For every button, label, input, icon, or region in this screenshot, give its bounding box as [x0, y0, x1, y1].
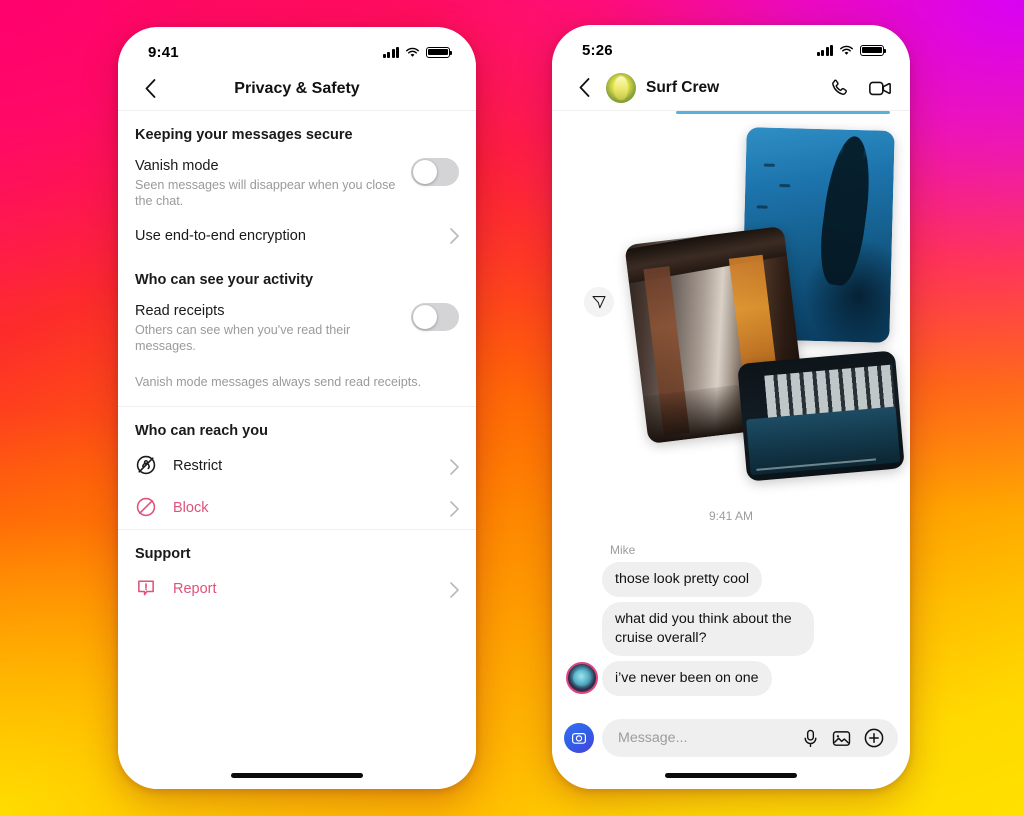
video-camera-icon[interactable]	[868, 77, 892, 99]
row-vanish-mode-text: Vanish mode Seen messages will disappear…	[135, 157, 411, 209]
chevron-right-icon	[450, 458, 459, 475]
row-e2ee-text: Use end-to-end encryption	[135, 227, 450, 246]
row-vanish-mode[interactable]: Vanish mode Seen messages will disappear…	[118, 149, 476, 219]
row-block[interactable]: Block	[118, 487, 476, 529]
message-input-bar: Message...	[552, 719, 910, 757]
read-receipts-toggle[interactable]	[411, 303, 459, 331]
sender-name: Mike	[610, 543, 636, 557]
row-read-receipts-text: Read receipts Others can see when you've…	[135, 302, 411, 354]
row-report[interactable]: Report	[118, 568, 476, 610]
left-navbar: Privacy & Safety	[118, 67, 476, 111]
search-input[interactable]: Message...	[602, 719, 898, 757]
section-header-support: Support	[135, 546, 191, 562]
chat-header: Surf Crew	[552, 65, 910, 111]
message-row: what did you think about the cruise over…	[566, 602, 896, 656]
message-bubble[interactable]: what did you think about the cruise over…	[602, 602, 814, 656]
input-action-icons	[802, 728, 884, 748]
message-bubble[interactable]: i’ve never been on one	[602, 661, 772, 696]
chevron-right-icon	[450, 581, 459, 598]
fish-shape	[779, 183, 791, 188]
left-screen: 9:41 Privacy & Safety Keeping your messa…	[118, 27, 476, 789]
right-screen: 5:26 Surf Crew 9:41 AM Mike those look p…	[552, 25, 910, 789]
fish-shape	[756, 205, 768, 209]
row-label: Read receipts	[135, 303, 225, 319]
header-actions	[828, 77, 892, 99]
phone-left-privacy-settings: 9:41 Privacy & Safety Keeping your messa…	[118, 27, 476, 789]
cellular-bars-icon	[382, 46, 399, 58]
avatar[interactable]	[606, 72, 636, 103]
home-indicator[interactable]	[231, 773, 363, 778]
section-header-activity: Who can see your activity	[135, 272, 314, 288]
section-header-reach: Who can reach you	[135, 423, 268, 439]
chevron-right-icon	[450, 500, 459, 517]
share-paper-plane-icon[interactable]	[584, 287, 614, 317]
section-header-secure: Keeping your messages secure	[135, 127, 353, 143]
home-indicator[interactable]	[665, 773, 797, 778]
chevron-right-icon	[450, 228, 459, 244]
phone-call-icon[interactable]	[828, 77, 850, 99]
avatar[interactable]	[566, 662, 598, 694]
row-subtitle: Others can see when you've read their me…	[135, 323, 351, 353]
block-icon	[135, 496, 159, 520]
status-time: 5:26	[582, 41, 613, 59]
pool-water	[746, 406, 901, 476]
back-button[interactable]	[136, 79, 164, 98]
report-icon	[135, 577, 159, 601]
diver-silhouette	[815, 133, 877, 288]
phone-right-chat: 5:26 Surf Crew 9:41 AM Mike those look p…	[552, 25, 910, 789]
battery-full-icon	[860, 44, 887, 56]
row-label: Restrict	[173, 458, 223, 474]
row-end-to-end-encryption[interactable]: Use end-to-end encryption	[118, 219, 476, 256]
read-receipts-note: Vanish mode messages always send read re…	[135, 375, 422, 389]
row-label: Use end-to-end encryption	[135, 228, 306, 244]
privacy-settings-list: Keeping your messages secure Vanish mode…	[118, 111, 476, 610]
message-bubble[interactable]: those look pretty cool	[602, 562, 763, 597]
row-subtitle: Seen messages will disappear when you cl…	[135, 178, 396, 208]
chat-title[interactable]: Surf Crew	[646, 79, 828, 97]
fish-shape	[763, 163, 775, 167]
right-status-bar: 5:26	[552, 25, 910, 65]
plus-circle-icon[interactable]	[864, 728, 884, 748]
status-time: 9:41	[148, 43, 179, 61]
restrict-icon	[135, 454, 159, 478]
row-restrict[interactable]: Restrict	[118, 445, 476, 487]
row-label: Block	[173, 500, 209, 516]
chat-body: 9:41 AM Mike those look pretty cool what…	[552, 111, 910, 724]
left-status-bar: 9:41	[118, 27, 476, 67]
row-label: Report	[173, 581, 217, 597]
status-icon-group	[382, 46, 453, 58]
chevron-left-icon	[145, 79, 155, 98]
chevron-left-icon	[579, 78, 589, 97]
cellular-bars-icon	[816, 44, 833, 56]
message-row: i’ve never been on one	[566, 661, 896, 696]
photo-gallery-icon[interactable]	[832, 729, 851, 748]
vanish-mode-toggle[interactable]	[411, 158, 459, 186]
row-read-receipts[interactable]: Read receipts Others can see when you've…	[118, 294, 476, 364]
back-button[interactable]	[570, 78, 598, 97]
camera-icon[interactable]	[564, 723, 594, 753]
wifi-icon	[405, 47, 420, 58]
row-label: Vanish mode	[135, 158, 219, 174]
message-input-placeholder: Message...	[618, 730, 688, 746]
page-title: Privacy & Safety	[234, 79, 360, 97]
avatar-slot	[566, 662, 602, 696]
indoor-pool-photo[interactable]	[737, 350, 905, 482]
message-timestamp: 9:41 AM	[708, 509, 754, 523]
microphone-icon[interactable]	[802, 729, 819, 748]
message-row: those look pretty cool	[566, 562, 896, 597]
battery-full-icon	[426, 46, 453, 58]
status-icon-group	[816, 44, 887, 56]
message-thread: Mike those look pretty cool what did you…	[552, 543, 910, 701]
wifi-icon	[839, 45, 854, 56]
